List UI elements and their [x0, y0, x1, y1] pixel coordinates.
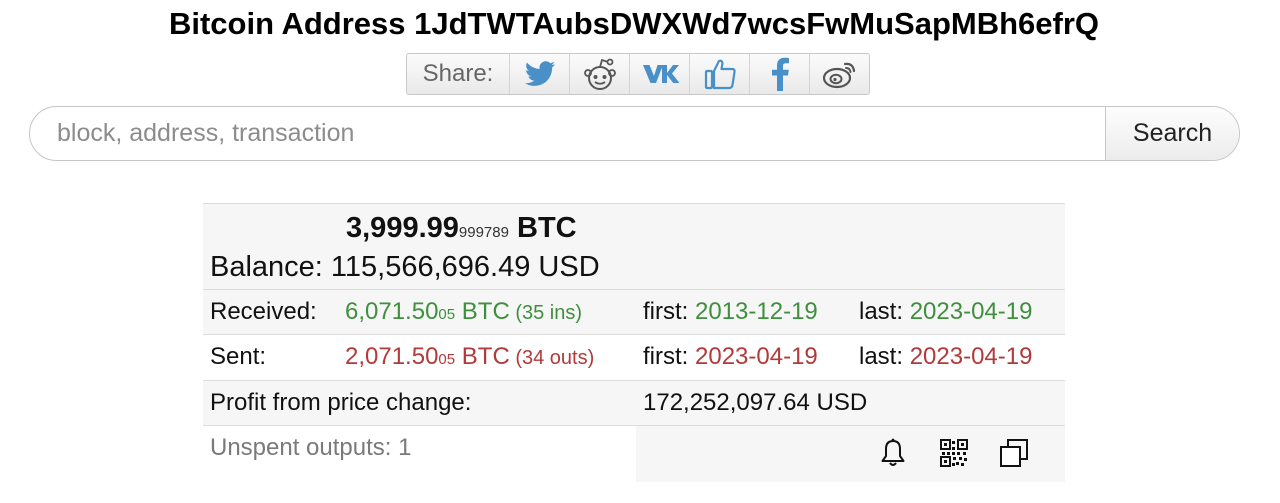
unspent-outputs-link[interactable]: Unspent outputs: 1 — [210, 434, 411, 462]
share-facebook-button[interactable] — [750, 54, 810, 94]
twitter-icon — [524, 61, 555, 86]
balance-usd-line: Balance: 115,566,696.49 USD — [210, 251, 600, 284]
search-bar: Search — [29, 106, 1240, 161]
share-like-button[interactable] — [690, 54, 750, 94]
weibo-icon — [822, 62, 855, 89]
sent-amount: 2,071.5005 BTC (34 outs) — [345, 343, 595, 370]
balance-btc-small-digits: 999789 — [458, 224, 509, 241]
profit-label: Profit from price change: — [210, 389, 472, 416]
received-count: (35 ins) — [509, 302, 583, 324]
received-last: last: 2023-04-19 — [859, 298, 1033, 325]
received-row: Received: 6,071.5005 BTC (35 ins) first:… — [203, 289, 1065, 334]
like-icon — [704, 59, 736, 90]
balance-label: Balance: — [210, 251, 323, 283]
received-last-date: 2023-04-19 — [909, 298, 1033, 325]
balance-row: 3,999.99999789 BTC Balance: 115,566,696.… — [203, 203, 1065, 289]
bell-icon — [881, 438, 905, 466]
sent-first: first: 2023-04-19 — [643, 343, 818, 370]
received-label: Received: — [210, 298, 317, 325]
share-label: Share: — [407, 54, 510, 94]
sent-first-date: 2023-04-19 — [695, 343, 818, 370]
notify-button[interactable] — [875, 435, 911, 471]
profit-value: 172,252,097.64 USD — [643, 389, 868, 416]
sent-last-date: 2023-04-19 — [909, 343, 1033, 370]
received-first: first: 2013-12-19 — [643, 298, 818, 325]
share-vk-button[interactable] — [630, 54, 690, 94]
share-weibo-button[interactable] — [810, 54, 869, 94]
balance-usd: 115,566,696.49 USD — [330, 251, 600, 283]
sent-label: Sent: — [210, 343, 267, 370]
received-first-date: 2013-12-19 — [695, 298, 818, 325]
copy-address-button[interactable] — [996, 435, 1032, 471]
share-reddit-button[interactable] — [570, 54, 630, 94]
received-amount: 6,071.5005 BTC (35 ins) — [345, 298, 583, 325]
sent-row: Sent: 2,071.5005 BTC (34 outs) first: 20… — [203, 334, 1065, 380]
copy-icon — [1000, 439, 1028, 467]
reddit-icon — [583, 58, 616, 90]
page-title: Bitcoin Address 1JdTWTAubsDWXWd7wcsFwMuS… — [168, 6, 1100, 41]
sent-count: (34 outs) — [509, 347, 595, 369]
profit-row: Profit from price change: 172,252,097.64… — [203, 380, 1065, 425]
share-twitter-button[interactable] — [510, 54, 570, 94]
share-bar: Share: — [406, 53, 870, 95]
unspent-row: Unspent outputs: 1 — [203, 425, 1065, 482]
search-input[interactable] — [30, 107, 1105, 160]
qr-code-icon — [940, 439, 968, 467]
search-button[interactable]: Search — [1105, 107, 1239, 160]
balance-btc: 3,999.99999789 BTC — [346, 212, 577, 244]
vk-icon — [642, 65, 679, 83]
address-actions — [636, 426, 1065, 482]
address-summary-table: 3,999.99999789 BTC Balance: 115,566,696.… — [203, 203, 1065, 482]
qr-code-button[interactable] — [936, 435, 972, 471]
facebook-icon — [771, 57, 789, 91]
sent-last: last: 2023-04-19 — [859, 343, 1033, 370]
